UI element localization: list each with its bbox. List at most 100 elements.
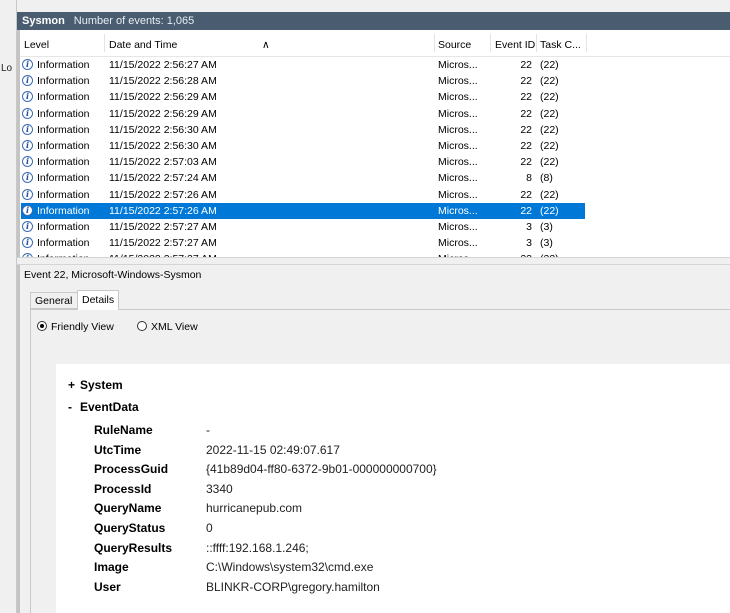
table-row[interactable]: i Information 11/15/2022 2:56:27 AM Micros.… bbox=[20, 57, 730, 73]
cell-source: Micros... bbox=[438, 220, 478, 233]
cell-source: Micros... bbox=[438, 156, 478, 169]
info-circle-icon: i bbox=[22, 156, 33, 168]
column-separator[interactable] bbox=[104, 34, 105, 52]
field-value: - bbox=[206, 423, 210, 437]
cell-source: Micros... bbox=[438, 237, 478, 250]
cell-event-id: 3 bbox=[526, 220, 532, 233]
cell-source: Micros... bbox=[438, 59, 478, 71]
cell-source: Micros... bbox=[438, 204, 478, 217]
cell-date: 11/15/2022 2:57:03 AM bbox=[109, 156, 217, 169]
cell-source: Micros... bbox=[438, 91, 478, 104]
cell-date: 11/15/2022 2:56:27 AM bbox=[109, 59, 217, 71]
info-circle-icon: i bbox=[22, 204, 33, 216]
cell-level: Information bbox=[37, 156, 90, 169]
field-value: 3340 bbox=[206, 481, 233, 496]
eventdata-node[interactable]: - EventData bbox=[68, 400, 139, 414]
cell-source: Micros... bbox=[438, 172, 478, 185]
event-count: Number of events: 1,065 bbox=[73, 15, 195, 27]
eventdata-label: EventData bbox=[80, 400, 139, 414]
cell-level: Information bbox=[37, 107, 90, 120]
xml-view-radio[interactable]: XML View bbox=[137, 321, 198, 333]
info-circle-icon: i bbox=[22, 59, 33, 70]
event-rows: i Information 11/15/2022 2:56:27 AM Micros.… bbox=[20, 57, 730, 257]
cell-date: 11/15/2022 2:57:27 AM bbox=[109, 220, 217, 233]
friendly-view-content: + System - EventData RuleName - UtcTime 2022-… bbox=[56, 364, 730, 613]
collapse-toggle[interactable]: - bbox=[68, 400, 80, 414]
field-value: C:\Windows\system32\cmd.exe bbox=[206, 560, 374, 575]
table-row[interactable]: i Information 11/15/2022 2:57:26 AM Micros.… bbox=[20, 187, 730, 203]
table-row[interactable]: i Information 11/15/2022 2:57:26 AM Micros.… bbox=[20, 202, 730, 219]
pane-splitter[interactable] bbox=[17, 257, 730, 265]
expand-toggle[interactable]: + bbox=[68, 378, 80, 392]
cell-source: Micros... bbox=[438, 139, 478, 152]
info-circle-icon: i bbox=[22, 123, 33, 135]
field-key: ProcessId bbox=[94, 481, 152, 496]
column-header-row: Level Date and Time ∧ Source Event ID Ta… bbox=[20, 30, 730, 57]
cell-date: 11/15/2022 2:57:26 AM bbox=[109, 188, 217, 201]
system-node[interactable]: + System bbox=[68, 378, 123, 392]
column-task-category[interactable]: Task C... bbox=[540, 39, 581, 51]
details-tab-panel: Friendly View XML View + System - EventDat… bbox=[30, 309, 730, 613]
table-row[interactable]: i Information 11/15/2022 2:56:29 AM Micros.… bbox=[20, 106, 730, 122]
table-row[interactable]: i Information 11/15/2022 2:56:28 AM Micros.… bbox=[20, 73, 730, 89]
field-key: QueryStatus bbox=[94, 521, 166, 535]
info-circle-icon: i bbox=[22, 75, 33, 87]
table-row[interactable]: i Information 11/15/2022 2:56:30 AM Micros.… bbox=[20, 122, 730, 138]
left-navigation-strip: Lo bbox=[0, 0, 17, 613]
cell-event-id: 22 bbox=[520, 139, 532, 152]
table-row[interactable]: i Information 11/15/2022 2:57:24 AM Micros.… bbox=[20, 170, 730, 186]
table-row[interactable]: i Information 11/15/2022 2:57:27 AM Micros.… bbox=[20, 235, 730, 251]
cell-date: 11/15/2022 2:56:29 AM bbox=[109, 107, 217, 120]
friendly-view-label: Friendly View bbox=[51, 321, 114, 333]
friendly-view-radio[interactable]: Friendly View bbox=[37, 321, 114, 333]
event-detail-title: Event 22, Microsoft-Windows-Sysmon bbox=[24, 269, 202, 281]
column-separator[interactable] bbox=[490, 34, 491, 52]
cell-event-id: 22 bbox=[520, 156, 532, 169]
cell-task-category: (22) bbox=[540, 139, 559, 152]
table-row[interactable]: i Information 11/15/2022 2:56:30 AM Micros.… bbox=[20, 138, 730, 154]
field-value: 2022-11-15 02:49:07.617 bbox=[206, 442, 340, 457]
table-row[interactable]: i Information 11/15/2022 2:56:29 AM Micros.… bbox=[20, 89, 730, 105]
column-separator[interactable] bbox=[434, 34, 435, 52]
column-event-id[interactable]: Event ID bbox=[495, 39, 535, 51]
cell-event-id: 22 bbox=[520, 188, 532, 201]
sort-ascending-icon: ∧ bbox=[262, 39, 270, 51]
column-separator[interactable] bbox=[536, 34, 537, 52]
cell-task-category: (22) bbox=[540, 156, 559, 169]
cell-event-id: 22 bbox=[520, 59, 532, 71]
field-value: ::ffff:192.168.1.246; bbox=[206, 540, 309, 555]
cell-event-id: 22 bbox=[520, 91, 532, 104]
cell-level: Information bbox=[37, 91, 90, 104]
cell-source: Micros... bbox=[438, 188, 478, 201]
column-date[interactable]: Date and Time bbox=[109, 39, 177, 51]
cell-source: Micros... bbox=[438, 107, 478, 120]
cell-event-id: 22 bbox=[520, 75, 532, 88]
nav-fragment-label: Lo bbox=[1, 63, 13, 74]
radio-empty-icon bbox=[137, 321, 147, 331]
cell-level: Information bbox=[37, 204, 90, 217]
column-level[interactable]: Level bbox=[24, 39, 49, 51]
cell-event-id: 22 bbox=[520, 204, 532, 217]
column-separator[interactable] bbox=[586, 34, 587, 52]
tab-details[interactable]: Details bbox=[77, 290, 119, 310]
info-circle-icon: i bbox=[22, 172, 33, 184]
cell-source: Micros... bbox=[438, 75, 478, 88]
info-circle-icon: i bbox=[22, 188, 33, 200]
cell-task-category: (22) bbox=[540, 75, 559, 88]
field-key: RuleName bbox=[94, 423, 153, 437]
cell-task-category: (22) bbox=[540, 107, 559, 120]
log-name: Sysmon bbox=[22, 15, 65, 27]
table-row[interactable]: i Information 11/15/2022 2:57:03 AM Micros.… bbox=[20, 154, 730, 170]
log-header: Sysmon Number of events: 1,065 bbox=[17, 12, 730, 30]
info-circle-icon: i bbox=[22, 139, 33, 151]
cell-level: Information bbox=[37, 59, 90, 71]
cell-level: Information bbox=[37, 123, 90, 136]
cell-task-category: (22) bbox=[540, 204, 559, 217]
table-row[interactable]: i Information 11/15/2022 2:57:27 AM Micros.… bbox=[20, 219, 730, 235]
event-list[interactable]: Level Date and Time ∧ Source Event ID Ta… bbox=[17, 30, 730, 257]
cell-task-category: (22) bbox=[540, 91, 559, 104]
field-value: {41b89d04-ff80-6372-9b01-000000000700} bbox=[206, 462, 437, 477]
tab-general[interactable]: General bbox=[30, 292, 78, 309]
field-value: BLINKR-CORP\gregory.hamilton bbox=[206, 579, 380, 594]
column-source[interactable]: Source bbox=[438, 39, 471, 51]
